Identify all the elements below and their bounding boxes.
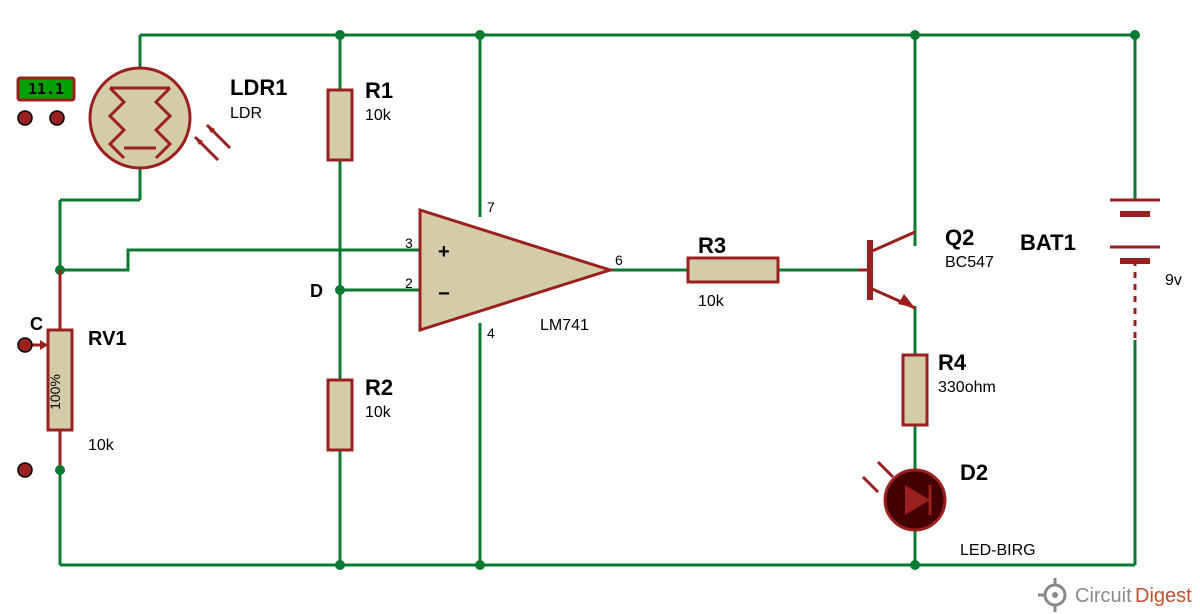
- svg-text:Digest: Digest: [1135, 585, 1192, 607]
- bat-val: 9v: [1165, 272, 1182, 289]
- r4-body: [903, 355, 927, 425]
- svg-text:Circuit: Circuit: [1075, 585, 1132, 607]
- lcd-readout: 11.1: [18, 78, 74, 100]
- ldr-ref: LDR1: [230, 75, 287, 100]
- opamp-ref: LM741: [540, 317, 589, 334]
- svg-text:+: +: [438, 241, 450, 263]
- node-d: [335, 285, 345, 295]
- opamp-symbol: + −: [420, 210, 610, 330]
- wire-c-noninv: [60, 250, 420, 270]
- schematic-canvas[interactable]: 100% + − 3 2 6 7 4 11.1 C D: [0, 0, 1200, 614]
- q2-val: BC547: [945, 254, 994, 271]
- d2-ref: D2: [960, 460, 988, 485]
- probe-dot[interactable]: [18, 111, 32, 125]
- r2-ref: R2: [365, 375, 393, 400]
- bat-ref: BAT1: [1020, 230, 1076, 255]
- pin7-label: 7: [487, 199, 495, 215]
- rv1-symbol[interactable]: 100%: [30, 270, 72, 475]
- pin6-label: 6: [615, 252, 623, 268]
- node: [910, 30, 920, 40]
- rv1-val: 10k: [88, 437, 115, 454]
- q2-symbol: [858, 232, 915, 308]
- probe-dot[interactable]: [50, 111, 64, 125]
- ldr-symbol: [90, 68, 230, 168]
- pin4-label: 4: [487, 325, 495, 341]
- d2-val: LED-BIRG: [960, 542, 1036, 559]
- rv1-wiper-text: 100%: [47, 374, 63, 410]
- rv1-ref: RV1: [88, 328, 127, 350]
- node: [910, 560, 920, 570]
- probe-dot[interactable]: [18, 463, 32, 477]
- ldr-val: LDR: [230, 105, 262, 122]
- r3-val: 10k: [698, 293, 725, 310]
- net-d-label: D: [310, 281, 323, 301]
- svg-text:11.1: 11.1: [28, 80, 64, 98]
- pin2-label: 2: [405, 275, 413, 291]
- r4-ref: R4: [938, 350, 967, 375]
- probe-dot[interactable]: [18, 338, 32, 352]
- svg-text:−: −: [438, 283, 450, 305]
- r4-val: 330ohm: [938, 379, 996, 396]
- pin3-label: 3: [405, 235, 413, 251]
- net-c-label: C: [30, 314, 43, 334]
- r1-val: 10k: [365, 107, 392, 124]
- r1-ref: R1: [365, 78, 393, 103]
- r2-body: [328, 380, 352, 450]
- q2-ref: Q2: [945, 225, 974, 250]
- r3-ref: R3: [698, 233, 726, 258]
- r1-body: [328, 90, 352, 160]
- r2-val: 10k: [365, 404, 392, 421]
- watermark: Circuit Digest: [1038, 578, 1192, 612]
- r3-body: [688, 258, 778, 282]
- led-symbol: [863, 462, 945, 530]
